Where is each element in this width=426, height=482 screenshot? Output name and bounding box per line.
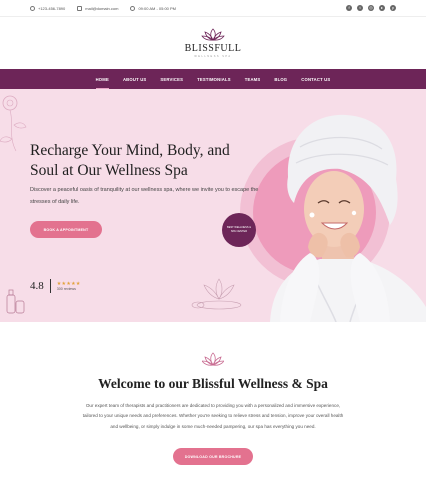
main-nav: HOME ABOUT US SERVICES TESTIMONIALS TEAM…	[0, 69, 426, 90]
instagram-icon[interactable]: ◎	[368, 5, 374, 11]
hero-title: Recharge Your Mind, Body, and Soul at Ou…	[30, 142, 230, 179]
rating-score: 4.8	[30, 280, 44, 292]
youtube-icon[interactable]: ▸	[379, 5, 385, 11]
welcome-title: Welcome to our Blissful Wellness & Spa	[98, 376, 328, 391]
rating-divider	[49, 279, 51, 293]
site-logo[interactable]: BLISSFULL WELLNESS SPA	[0, 17, 426, 69]
nav-home[interactable]: HOME	[95, 75, 110, 90]
phone-icon	[30, 5, 35, 11]
phone-text: +123-456-7890	[38, 5, 66, 11]
top-bar: +123-456-7890 mail@domain.com 09:00 AM -…	[0, 0, 426, 17]
hero-description: Discover a peaceful oasis of tranquility…	[30, 187, 259, 205]
nav-services[interactable]: SERVICES	[160, 75, 183, 84]
pinterest-icon[interactable]: p	[390, 5, 396, 11]
nav-about-us[interactable]: ABOUT US	[123, 75, 146, 84]
lotus-stones-decoration-icon	[191, 278, 242, 310]
hero-section: Recharge Your Mind, Body, and Soul at Ou…	[0, 89, 426, 322]
oil-bottle-decoration-icon	[6, 289, 25, 314]
clock-icon	[130, 5, 136, 11]
spa-center-badge: BEST WELLNESS & SPA CENTER	[222, 213, 256, 247]
nav-testimonials[interactable]: TESTIMONIALS	[197, 75, 231, 84]
book-appointment-button[interactable]: BOOK A APPOINTMENT	[30, 221, 102, 238]
mail-icon	[77, 5, 83, 11]
rating-count: 300 reviews	[56, 287, 76, 291]
social-links: f t ◎ ▸ p	[346, 5, 396, 11]
welcome-text: Our expert team of therapists and practi…	[82, 403, 344, 429]
nav-blog[interactable]: BLOG	[274, 75, 287, 84]
nav-teams[interactable]: TEAMS	[245, 75, 261, 84]
logo-tagline: WELLNESS SPA	[194, 55, 232, 58]
twitter-icon[interactable]: t	[357, 5, 363, 11]
rating-details: ★★★★★ 300 reviews	[57, 281, 81, 291]
hours-info: 09:00 AM - 05:00 PM	[130, 5, 177, 11]
phone-info[interactable]: +123-456-7890	[30, 5, 66, 11]
hours-text: 09:00 AM - 05:00 PM	[138, 5, 177, 11]
lotus-icon	[202, 352, 224, 366]
badge-text: BEST WELLNESS & SPA CENTER	[226, 226, 252, 233]
spa-woman-image	[270, 114, 426, 322]
contact-info: +123-456-7890 mail@domain.com 09:00 AM -…	[30, 5, 177, 11]
lotus-logo-icon	[201, 28, 225, 41]
rating-summary: 4.8 ★★★★★ 300 reviews	[30, 279, 81, 293]
download-brochure-button[interactable]: DOWNLOAD OUR BROCHURE	[173, 448, 253, 465]
logo-name: BLISSFULL	[184, 43, 242, 54]
facebook-icon[interactable]: f	[346, 5, 352, 11]
email-text: mail@domain.com	[85, 5, 119, 11]
nav-contact-us[interactable]: CONTACT US	[301, 75, 330, 84]
email-info[interactable]: mail@domain.com	[77, 5, 119, 11]
